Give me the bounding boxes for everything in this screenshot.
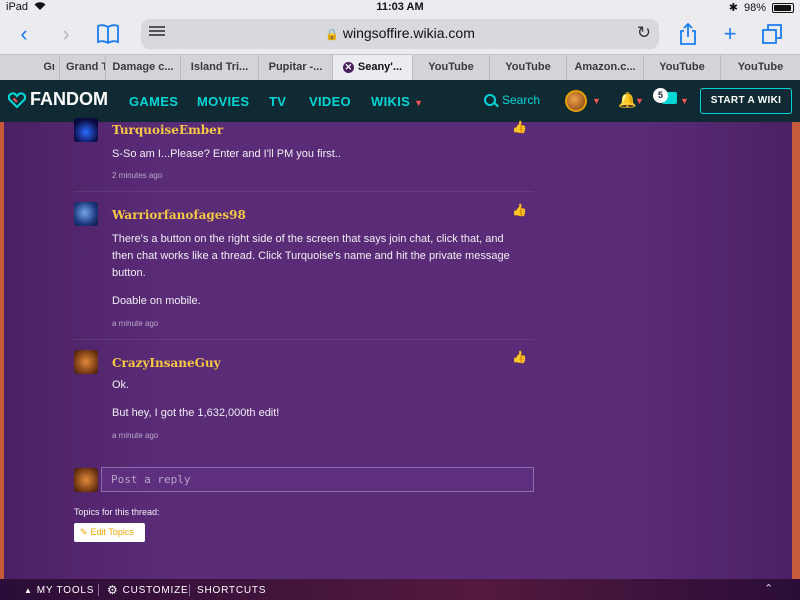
my-tools-button[interactable]: ▲ MY TOOLS	[24, 585, 94, 596]
nav-video[interactable]: VIDEO	[309, 94, 351, 109]
status-bar: iPad 11:03 AM ✱ 98%	[0, 0, 800, 14]
reply-row: Post a reply	[74, 467, 534, 493]
edit-topics-button[interactable]: ✎ Edit Topics	[74, 523, 145, 542]
post-timestamp: a minute ago	[112, 319, 159, 328]
fandom-header: FANDOM GAMES MOVIES TV VIDEO WIKIS ▼ Sear…	[0, 80, 800, 122]
clock: 11:03 AM	[376, 1, 424, 13]
page-content: TurquoiseEmber 👍 S-So am I...Please? Ent…	[0, 118, 800, 579]
collapse-toolbar-icon[interactable]: ⌃	[764, 582, 774, 595]
search-icon	[484, 94, 496, 106]
messages-count-badge: 5	[653, 88, 668, 103]
shortcuts-button[interactable]: SHORTCUTS	[197, 585, 266, 596]
page-edge	[0, 122, 4, 579]
like-icon[interactable]: 👍	[512, 120, 527, 134]
post-author[interactable]: Warriorfanofages98	[112, 208, 246, 222]
like-icon[interactable]: 👍	[512, 350, 527, 364]
browser-tab[interactable]: YouTube	[721, 55, 800, 80]
customize-button[interactable]: ⚙ CUSTOMIZE	[107, 583, 188, 597]
nav-wikis[interactable]: WIKIS ▼	[371, 94, 423, 109]
tab-bar: Gı Grand T Damage c... Island Tri... Pup…	[0, 54, 800, 80]
topics-label: Topics for this thread:	[74, 507, 160, 517]
post-author[interactable]: TurquoiseEmber	[112, 123, 223, 137]
browser-tab-active[interactable]: ✕ Seany'...	[333, 55, 413, 80]
post-author[interactable]: CrazyInsaneGuy	[112, 356, 221, 370]
share-icon	[680, 22, 696, 45]
battery-icon	[772, 2, 794, 13]
post-body: Ok. But hey, I got the 1,632,000th edit!	[112, 379, 280, 419]
pencil-icon: ✎	[80, 527, 88, 537]
chevron-down-icon[interactable]: ▼	[592, 96, 601, 106]
browser-tab[interactable]: Grand T	[60, 55, 106, 80]
post-body: S-So am I...Please? Enter and I'll PM yo…	[112, 148, 341, 160]
browser-tab[interactable]: YouTube	[644, 55, 721, 80]
avatar	[74, 468, 98, 492]
notifications-bell-icon[interactable]: 🔔	[618, 91, 637, 109]
thread-post: Warriorfanofages98 👍 There's a button on…	[74, 192, 534, 340]
tabs-overview-button[interactable]	[758, 20, 786, 48]
browser-tab[interactable]: Island Tri...	[181, 55, 259, 80]
wiki-bottom-toolbar: ▲ MY TOOLS ⚙ CUSTOMIZE SHORTCUTS ⌃	[0, 579, 800, 600]
tabs-icon	[762, 24, 782, 44]
browser-tab[interactable]: Amazon.c...	[567, 55, 644, 80]
thread: TurquoiseEmber 👍 S-So am I...Please? Ent…	[74, 118, 534, 452]
browser-tab[interactable]: Damage c...	[106, 55, 181, 80]
post-timestamp: 2 minutes ago	[112, 171, 163, 180]
avatar[interactable]	[74, 118, 98, 142]
chevron-up-icon: ▲	[24, 586, 33, 595]
post-timestamp: a minute ago	[112, 431, 159, 440]
search-button[interactable]: Search	[484, 93, 540, 107]
address-bar[interactable]: 🔒 wingsoffire.wikia.com ↻	[141, 19, 659, 49]
chevron-down-icon: ▼	[414, 98, 424, 108]
like-icon[interactable]: 👍	[512, 203, 527, 217]
avatar[interactable]	[74, 202, 98, 226]
thread-post: TurquoiseEmber 👍 S-So am I...Please? Ent…	[74, 118, 534, 192]
forward-button[interactable]: ›	[52, 20, 80, 48]
browser-tab[interactable]: YouTube	[413, 55, 490, 80]
reload-icon[interactable]: ↻	[637, 23, 651, 43]
new-tab-button[interactable]: +	[716, 20, 744, 48]
nav-games[interactable]: GAMES	[129, 94, 178, 109]
post-body: There's a button on the right side of th…	[112, 233, 510, 307]
share-button[interactable]	[674, 20, 702, 48]
chevron-down-icon[interactable]: ▼	[635, 96, 644, 106]
divider	[98, 584, 99, 596]
browser-tab[interactable]: YouTube	[490, 55, 567, 80]
user-avatar[interactable]	[565, 90, 587, 112]
thread-post: CrazyInsaneGuy 👍 Ok. But hey, I got the …	[74, 340, 534, 452]
divider	[189, 584, 190, 596]
chevron-down-icon[interactable]: ▼	[680, 96, 689, 106]
fandom-logo[interactable]: FANDOM	[7, 89, 108, 110]
nav-tv[interactable]: TV	[269, 94, 286, 109]
nav-movies[interactable]: MOVIES	[197, 94, 249, 109]
back-button[interactable]: ‹	[10, 20, 38, 48]
bookmarks-button[interactable]	[94, 20, 122, 48]
browser-toolbar: ‹ › 🔒 wingsoffire.wikia.com ↻ +	[0, 14, 800, 54]
start-a-wiki-button[interactable]: START A WIKI	[700, 88, 792, 114]
reply-input[interactable]: Post a reply	[101, 467, 534, 492]
page-edge	[792, 122, 800, 579]
url-text: wingsoffire.wikia.com	[342, 25, 475, 41]
battery-percent: 98%	[743, 1, 766, 14]
fandom-heart-icon	[7, 91, 27, 109]
book-icon	[97, 24, 119, 45]
browser-tab[interactable]: Pupitar -...	[259, 55, 333, 80]
close-tab-icon[interactable]: ✕	[342, 61, 354, 73]
browser-tab[interactable]: Gı	[0, 55, 60, 80]
gear-icon: ⚙	[107, 583, 119, 597]
lock-icon: 🔒	[325, 29, 339, 41]
bluetooth-icon: ✱	[728, 2, 738, 14]
avatar[interactable]	[74, 350, 98, 374]
